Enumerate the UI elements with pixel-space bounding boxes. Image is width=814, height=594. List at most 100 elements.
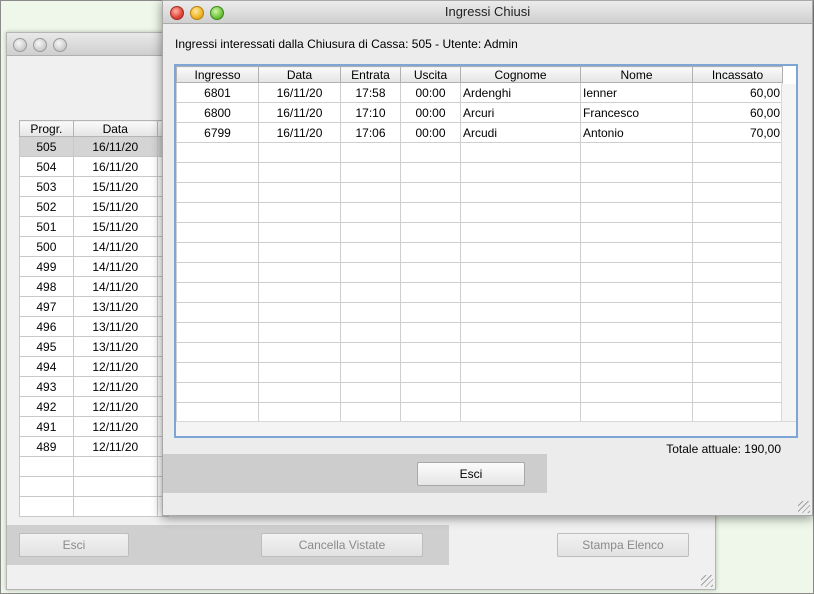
table-cell [176, 182, 259, 203]
empty-row [19, 456, 170, 477]
table-cell [400, 342, 461, 363]
table-cell [340, 262, 401, 283]
table-cell: 496 [19, 316, 74, 337]
empty-row [176, 382, 783, 403]
column-header-ingresso[interactable]: Ingresso [176, 66, 259, 83]
table-row[interactable]: 6801 16/11/20 17:58 00:00 Ardenghi Ienner 60,0… [176, 82, 783, 103]
cancella-vistate-button[interactable]: Cancella Vistate [261, 533, 423, 557]
table-row[interactable]: 501 15/11/20 [19, 216, 170, 237]
close-window-icon[interactable] [13, 38, 27, 52]
table-row[interactable]: 496 13/11/20 [19, 316, 170, 337]
table-cell [692, 302, 783, 323]
table-row[interactable]: 494 12/11/20 [19, 356, 170, 377]
table-cell [400, 222, 461, 243]
horizontal-scrollbar[interactable] [176, 421, 796, 436]
table-row[interactable]: 6800 16/11/20 17:10 00:00 Arcuri Francesco 60,… [176, 102, 783, 123]
table-cell [258, 162, 341, 183]
table-cell [400, 282, 461, 303]
column-header-entrata[interactable]: Entrata [340, 66, 401, 83]
table-cell: Antonio [580, 122, 693, 143]
table-cell [258, 342, 341, 363]
table-cell: Arcudi [460, 122, 581, 143]
table-cell: 495 [19, 336, 74, 357]
table-cell [258, 262, 341, 283]
column-header-progr[interactable]: Progr. [19, 120, 74, 137]
table-cell: 493 [19, 376, 74, 397]
empty-row [176, 262, 783, 283]
table-cell [460, 342, 581, 363]
table-cell [580, 282, 693, 303]
table-cell: 504 [19, 156, 74, 177]
table-cell [460, 162, 581, 183]
table-cell [580, 362, 693, 383]
resize-grip-icon[interactable] [798, 501, 810, 513]
table-cell [460, 322, 581, 343]
table-row[interactable]: 495 13/11/20 [19, 336, 170, 357]
table-cell: 13/11/20 [72, 336, 158, 357]
table-cell [692, 342, 783, 363]
table-cell: Ardenghi [460, 82, 581, 103]
table-cell [72, 476, 158, 497]
table-cell [460, 362, 581, 383]
table-cell [340, 322, 401, 343]
table-cell [400, 302, 461, 323]
table-cell [692, 202, 783, 223]
table-cell [400, 242, 461, 263]
background-esci-button[interactable]: Esci [19, 533, 129, 557]
total-label: Totale attuale: 190,00 [666, 442, 781, 456]
table-cell: 00:00 [400, 122, 461, 143]
table-row[interactable]: 493 12/11/20 [19, 376, 170, 397]
column-header-incassato[interactable]: Incassato [692, 66, 783, 83]
table-row[interactable]: 6799 16/11/20 17:06 00:00 Arcudi Antonio 70,00 [176, 122, 783, 143]
table-cell [400, 402, 461, 423]
column-header-data[interactable]: Data [72, 120, 158, 137]
table-cell: 00:00 [400, 102, 461, 123]
table-cell [340, 282, 401, 303]
table-row[interactable]: 503 15/11/20 [19, 176, 170, 197]
esci-button[interactable]: Esci [417, 462, 525, 486]
table-cell [692, 322, 783, 343]
background-resize-grip-icon[interactable] [701, 575, 713, 587]
table-row[interactable]: 505 16/11/20 [19, 136, 170, 157]
table-cell [580, 382, 693, 403]
table-row[interactable]: 502 15/11/20 [19, 196, 170, 217]
table-cell [340, 182, 401, 203]
vertical-scrollbar[interactable] [781, 84, 796, 422]
entries-table-container[interactable]: Ingresso Data Entrata Uscita Cognome Nom… [174, 64, 798, 438]
table-cell [580, 322, 693, 343]
table-cell: 12/11/20 [72, 376, 158, 397]
window-title: Ingressi Chiusi [444, 4, 531, 19]
table-cell [460, 182, 581, 203]
zoom-window-icon[interactable] [53, 38, 67, 52]
table-cell [460, 242, 581, 263]
table-cell [176, 342, 259, 363]
table-row[interactable]: 500 14/11/20 [19, 236, 170, 257]
table-cell [692, 162, 783, 183]
minimize-window-icon[interactable] [33, 38, 47, 52]
stampa-elenco-button[interactable]: Stampa Elenco [557, 533, 689, 557]
table-row[interactable]: 504 16/11/20 [19, 156, 170, 177]
entries-table-body: 6801 16/11/20 17:58 00:00 Ardenghi Ienner 60,0… [176, 82, 783, 423]
table-row[interactable]: 489 12/11/20 [19, 436, 170, 457]
table-cell [19, 456, 74, 477]
table-cell [258, 302, 341, 323]
column-header-data[interactable]: Data [258, 66, 341, 83]
table-row[interactable]: 497 13/11/20 [19, 296, 170, 317]
column-header-cognome[interactable]: Cognome [460, 66, 581, 83]
empty-row [176, 242, 783, 263]
table-row[interactable]: 498 14/11/20 [19, 276, 170, 297]
table-cell [340, 222, 401, 243]
table-cell: 60,00 [692, 82, 783, 103]
table-row[interactable]: 499 14/11/20 [19, 256, 170, 277]
column-header-uscita[interactable]: Uscita [400, 66, 461, 83]
table-row[interactable]: 491 12/11/20 [19, 416, 170, 437]
table-cell [460, 262, 581, 283]
empty-row [176, 342, 783, 363]
table-cell [460, 202, 581, 223]
table-cell: 12/11/20 [72, 356, 158, 377]
table-cell [176, 402, 259, 423]
table-cell [400, 382, 461, 403]
table-cell: 494 [19, 356, 74, 377]
table-row[interactable]: 492 12/11/20 [19, 396, 170, 417]
column-header-nome[interactable]: Nome [580, 66, 693, 83]
